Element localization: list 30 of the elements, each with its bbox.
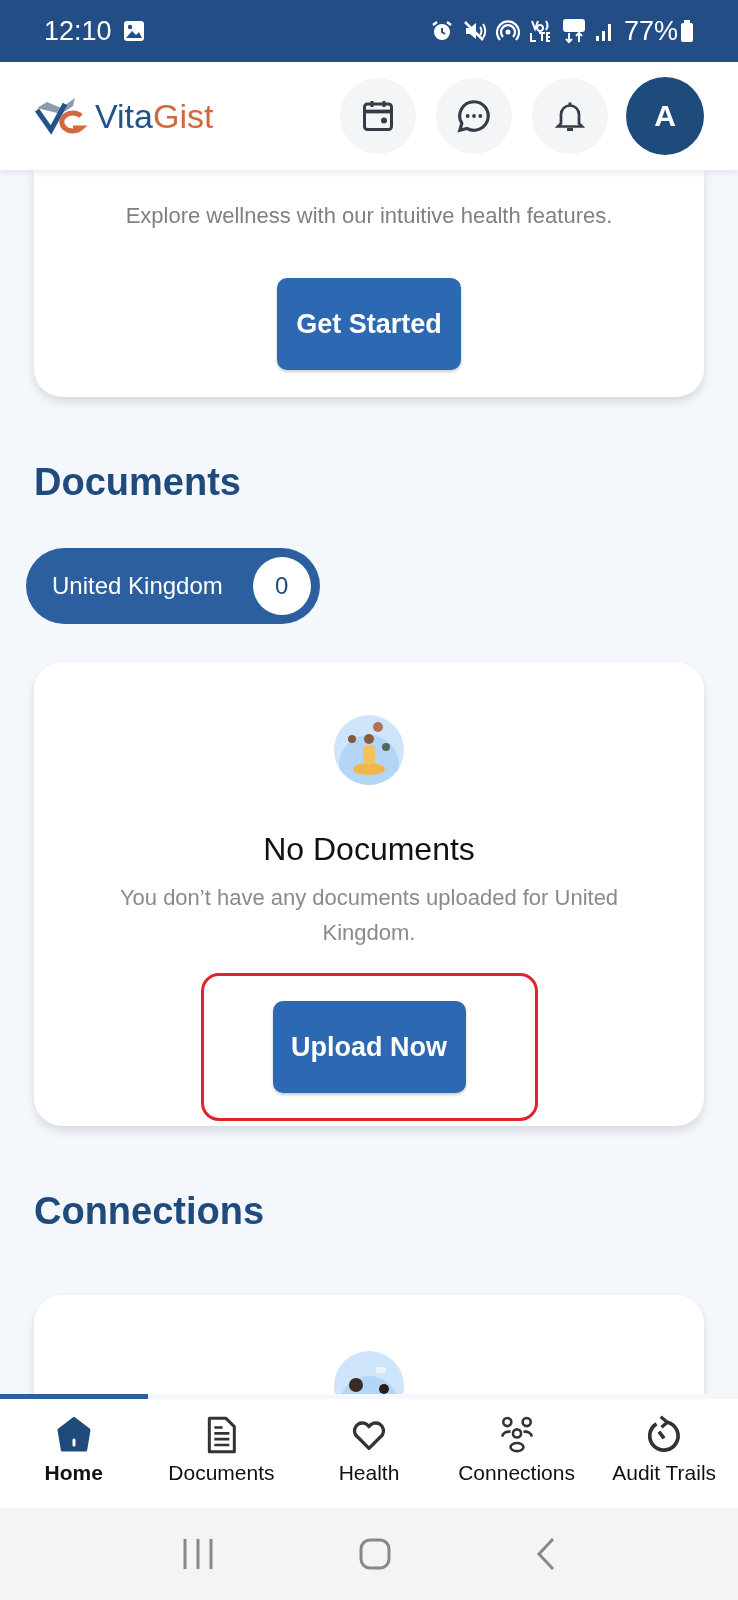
hotspot-icon [495,19,520,43]
nav-tab[interactable]: Connections [442,1399,591,1508]
mute-icon [462,19,487,43]
count-badge: 0 [252,557,311,615]
get-started-button[interactable]: Get Started [277,278,461,370]
nav-tab[interactable]: Health [295,1399,443,1508]
nav-tab[interactable]: Audit Trails [590,1399,738,1508]
section-heading: Connections [34,1189,266,1234]
calendar-icon [360,98,396,134]
home-icon[interactable] [359,1538,391,1570]
network-5g-icon [561,18,586,44]
back-icon[interactable] [535,1537,556,1571]
recent-apps-icon[interactable] [182,1537,215,1571]
upload-now-button[interactable]: Upload Now [272,1001,466,1093]
chat-icon [455,97,493,135]
volte-icon [528,18,553,44]
country-filter-chip[interactable]: United Kingdom 0 [26,548,320,624]
nav-tab[interactable]: Home [0,1399,148,1508]
logo-icon [35,96,87,136]
battery-icon [680,19,694,43]
empty-state-message: You don’t have any documents uploaded for United Kingdom. [118,884,620,947]
brand-name: VitaGist [95,96,214,136]
section-heading: Documents [34,460,242,505]
profile-avatar[interactable]: A [626,77,704,155]
empty-state-title: No Documents [263,830,475,868]
battery-percentage: 77% [623,15,678,47]
image-icon [121,19,146,43]
clock-time: 12:10 [44,15,112,47]
nav-tab[interactable]: Documents [147,1399,296,1508]
welcome-subtitle: Explore wellness with our intuitive health features. [125,203,613,229]
